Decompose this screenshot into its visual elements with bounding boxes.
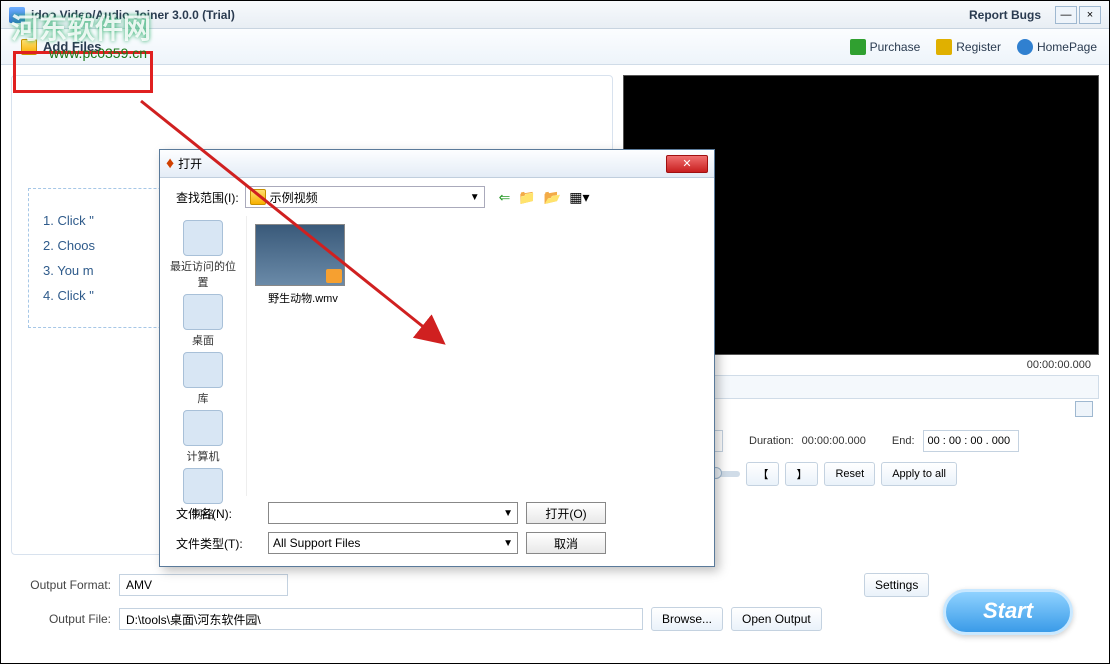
open-button[interactable]: 打开(O) [526,502,606,524]
purchase-link[interactable]: Purchase [850,39,921,55]
output-file-label: Output File: [19,612,111,626]
filetype-label: 文件类型(T): [176,535,260,552]
dialog-titlebar[interactable]: ♦ 打开 ✕ [160,150,714,178]
home-icon [1017,39,1033,55]
apply-all-button[interactable]: Apply to all [881,462,957,486]
time-total: 00:00:00.000 [1027,359,1091,371]
video-thumbnail [255,224,345,286]
homepage-link[interactable]: HomePage [1017,39,1097,55]
titlebar: idoo Video/Audio Joiner 3.0.0 (Trial) Re… [1,1,1109,29]
add-files-button[interactable]: Add Files [13,35,110,59]
place-computer[interactable]: 计算机 [168,410,238,464]
shield-icon [936,39,952,55]
place-library[interactable]: 库 [168,352,238,406]
dialog-close-button[interactable]: ✕ [666,155,708,173]
file-item-label: 野生动物.wmv [268,293,338,305]
play-badge-icon [326,269,342,283]
file-open-dialog: ♦ 打开 ✕ 查找范围(I): 示例视频 ▼ ⇐ 📁 📂 ▦▾ 最近访问的位置 … [159,149,715,567]
place-recent[interactable]: 最近访问的位置 [168,220,238,290]
lookup-combo[interactable]: 示例视频 ▼ [245,186,485,208]
open-output-button[interactable]: Open Output [731,607,822,631]
up-folder-icon[interactable]: 📁 [518,189,535,206]
mark-out-button[interactable]: 】 [785,462,818,486]
settings-button[interactable]: Settings [864,573,929,597]
duration-value: 00:00:00.000 [802,435,866,447]
chevron-down-icon: ▼ [503,508,513,519]
add-files-label: Add Files [43,39,102,54]
duration-label: Duration: [749,435,794,447]
lookup-row: 查找范围(I): 示例视频 ▼ ⇐ 📁 📂 ▦▾ [160,178,714,216]
start-button[interactable]: Start [943,589,1073,635]
mark-in-button[interactable]: 【 [746,462,779,486]
register-link[interactable]: Register [936,39,1001,55]
folder-plus-icon [21,39,37,55]
toolbar: Add Files Purchase Register HomePage [1,29,1109,65]
window-title: idoo Video/Audio Joiner 3.0.0 (Trial) [31,8,969,22]
filetype-combo[interactable]: All Support Files▼ [268,532,518,554]
place-desktop[interactable]: 桌面 [168,294,238,348]
end-label: End: [892,435,915,447]
view-menu-icon[interactable]: ▦▾ [569,189,589,206]
snapshot-icon[interactable] [1075,401,1093,417]
close-button[interactable]: × [1079,6,1101,24]
places-sidebar: 最近访问的位置 桌面 库 计算机 网络 [160,216,246,496]
reset-button[interactable]: Reset [824,462,875,486]
folder-icon [250,189,266,205]
chevron-down-icon: ▼ [503,538,513,549]
lookup-label: 查找范围(I): [176,189,239,206]
file-item[interactable]: 野生动物.wmv [255,224,351,306]
filename-label: 文件名(N): [176,505,260,522]
browse-button[interactable]: Browse... [651,607,723,631]
app-icon [9,7,25,23]
flame-icon: ♦ [166,155,174,173]
minimize-button[interactable]: — [1055,6,1077,24]
report-bugs-link[interactable]: Report Bugs [969,8,1041,22]
cancel-button[interactable]: 取消 [526,532,606,554]
filename-input[interactable]: ▼ [268,502,518,524]
output-format-label: Output Format: [19,578,111,592]
dialog-title: 打开 [174,155,666,172]
new-folder-icon[interactable]: 📂 [544,189,561,206]
output-format-input[interactable] [119,574,288,596]
file-list-area[interactable]: 野生动物.wmv [246,216,714,496]
output-file-input[interactable] [119,608,643,630]
trim-end-input[interactable] [923,430,1019,452]
back-icon[interactable]: ⇐ [499,189,511,206]
chevron-down-icon: ▼ [470,192,480,203]
cart-icon [850,39,866,55]
